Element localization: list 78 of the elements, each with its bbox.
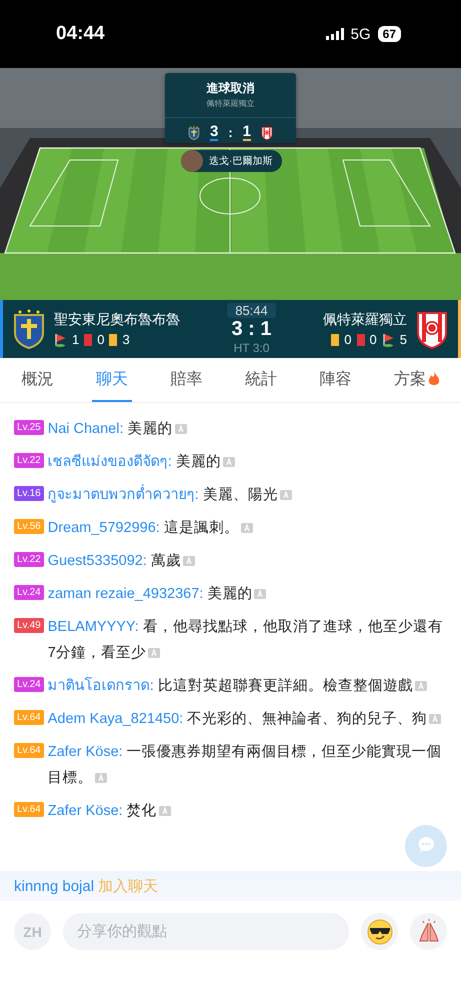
join-action: 加入聊天 bbox=[98, 876, 158, 896]
score-separator: : bbox=[228, 125, 233, 140]
translate-icon[interactable] bbox=[182, 556, 195, 566]
crest-icon bbox=[414, 309, 449, 349]
cool-emoji-button[interactable] bbox=[361, 913, 398, 950]
tab[interactable]: 概況 bbox=[17, 358, 58, 402]
network-label: 5G bbox=[350, 26, 371, 42]
tab[interactable]: 統計 bbox=[240, 358, 281, 402]
level-badge: Lv.64 bbox=[14, 743, 44, 758]
half-time-score: HT 3:0 bbox=[234, 341, 270, 355]
signal-icon bbox=[326, 28, 344, 40]
fire-icon bbox=[428, 371, 440, 387]
translate-icon[interactable] bbox=[414, 681, 427, 692]
match-score: 3 : 1 bbox=[231, 318, 272, 341]
level-badge: Lv.22 bbox=[14, 552, 44, 567]
translate-icon[interactable] bbox=[240, 523, 253, 534]
status-time: 04:44 bbox=[56, 23, 105, 45]
level-badge: Lv.24 bbox=[14, 677, 44, 692]
translate-icon[interactable] bbox=[174, 424, 187, 434]
tab[interactable]: 賠率 bbox=[166, 358, 206, 402]
level-badge: Lv.64 bbox=[14, 710, 44, 725]
sunglasses-face-icon bbox=[366, 918, 392, 944]
crest-icon bbox=[188, 126, 200, 140]
corner-flag-icon bbox=[54, 332, 67, 346]
popup-title: 進球取消 bbox=[206, 80, 254, 97]
team-name: 聖安東尼奧布魯布魯 bbox=[54, 311, 180, 329]
corner-flag-icon bbox=[382, 332, 395, 346]
stat-count: 0 bbox=[344, 332, 352, 347]
caution-card-icon bbox=[331, 334, 340, 346]
tab[interactable]: 陣容 bbox=[315, 358, 356, 402]
chat-message: มาตินโอเดกราด: 比這對英超聯賽更詳細。檢查整個遊戲 bbox=[48, 673, 427, 699]
stat-count: 0 bbox=[97, 332, 104, 347]
level-badge: Lv.56 bbox=[14, 519, 44, 534]
tab[interactable]: 方案 bbox=[390, 358, 444, 402]
battery-level: 67 bbox=[378, 26, 401, 42]
translate-icon[interactable] bbox=[280, 490, 292, 500]
translate-icon[interactable] bbox=[254, 589, 266, 600]
level-badge: Lv.16 bbox=[14, 486, 44, 501]
praying-hands-button[interactable] bbox=[410, 913, 447, 950]
chat-message: zaman rezaie_4932367: 美麗的 bbox=[48, 581, 266, 607]
level-badge: Lv.24 bbox=[14, 585, 44, 600]
chat-message: Dream_5792996: 這是諷刺。 bbox=[48, 515, 253, 541]
sending-off-card-icon bbox=[356, 334, 365, 346]
chat-message: BELAMYYYY: 看，他尋找點球，他取消了進球，他至少還有7分鐘，看至少 bbox=[48, 618, 444, 663]
sending-off-card-icon bbox=[84, 334, 92, 346]
stat-count: 5 bbox=[400, 332, 407, 347]
chat-message: เชลซีแม่งของดีจัดๆ: 美麗的 bbox=[48, 449, 235, 475]
join-username: kinnng bojal bbox=[14, 878, 94, 894]
stat-count: 1 bbox=[72, 332, 80, 347]
match-clock: 85:44 bbox=[227, 303, 276, 318]
stat-count: 3 bbox=[122, 332, 130, 347]
comment-input[interactable]: 分享你的觀點 bbox=[63, 913, 349, 950]
team-name: 佩特萊羅獨立 bbox=[322, 311, 407, 329]
avatar-icon bbox=[181, 150, 203, 172]
level-badge: Lv.22 bbox=[14, 453, 44, 468]
popup-team: 佩特萊羅獨立 bbox=[206, 98, 254, 109]
chat-message: Zafer Köse: 一張優惠券期望有兩個目標，但至少能實現一個目標。 bbox=[48, 743, 443, 788]
translate-icon[interactable] bbox=[148, 648, 160, 658]
chat-message: Zafer Köse: 焚化 bbox=[48, 798, 171, 824]
translate-icon[interactable] bbox=[429, 714, 442, 724]
popup-score: 1 bbox=[242, 124, 252, 141]
stat-count: 0 bbox=[370, 332, 377, 347]
player-chip: 迭戈·巴爾加斯 bbox=[181, 150, 282, 172]
chat-message: Adem Kaya_821450: 不光彩的、無神論者、狗的兒子、狗 bbox=[48, 706, 442, 732]
chat-bubble-button[interactable] bbox=[405, 825, 447, 867]
crest-icon bbox=[261, 126, 273, 140]
caution-card-icon bbox=[109, 334, 118, 346]
chat-message: กูจะมาตบพวกต่ำควายๆ: 美麗、陽光 bbox=[48, 482, 292, 508]
level-badge: Lv.64 bbox=[14, 802, 44, 817]
chat-message: Guest5335092: 萬歲 bbox=[48, 548, 195, 574]
level-badge: Lv.25 bbox=[14, 420, 44, 435]
crest-icon bbox=[12, 309, 46, 349]
translate-icon[interactable] bbox=[158, 806, 171, 816]
translate-icon[interactable] bbox=[94, 773, 107, 784]
chat-message: Nai Chanel: 美麗的 bbox=[48, 416, 187, 442]
level-badge: Lv.49 bbox=[14, 618, 44, 633]
popup-score: 3 bbox=[210, 124, 218, 141]
translate-icon[interactable] bbox=[222, 457, 235, 468]
